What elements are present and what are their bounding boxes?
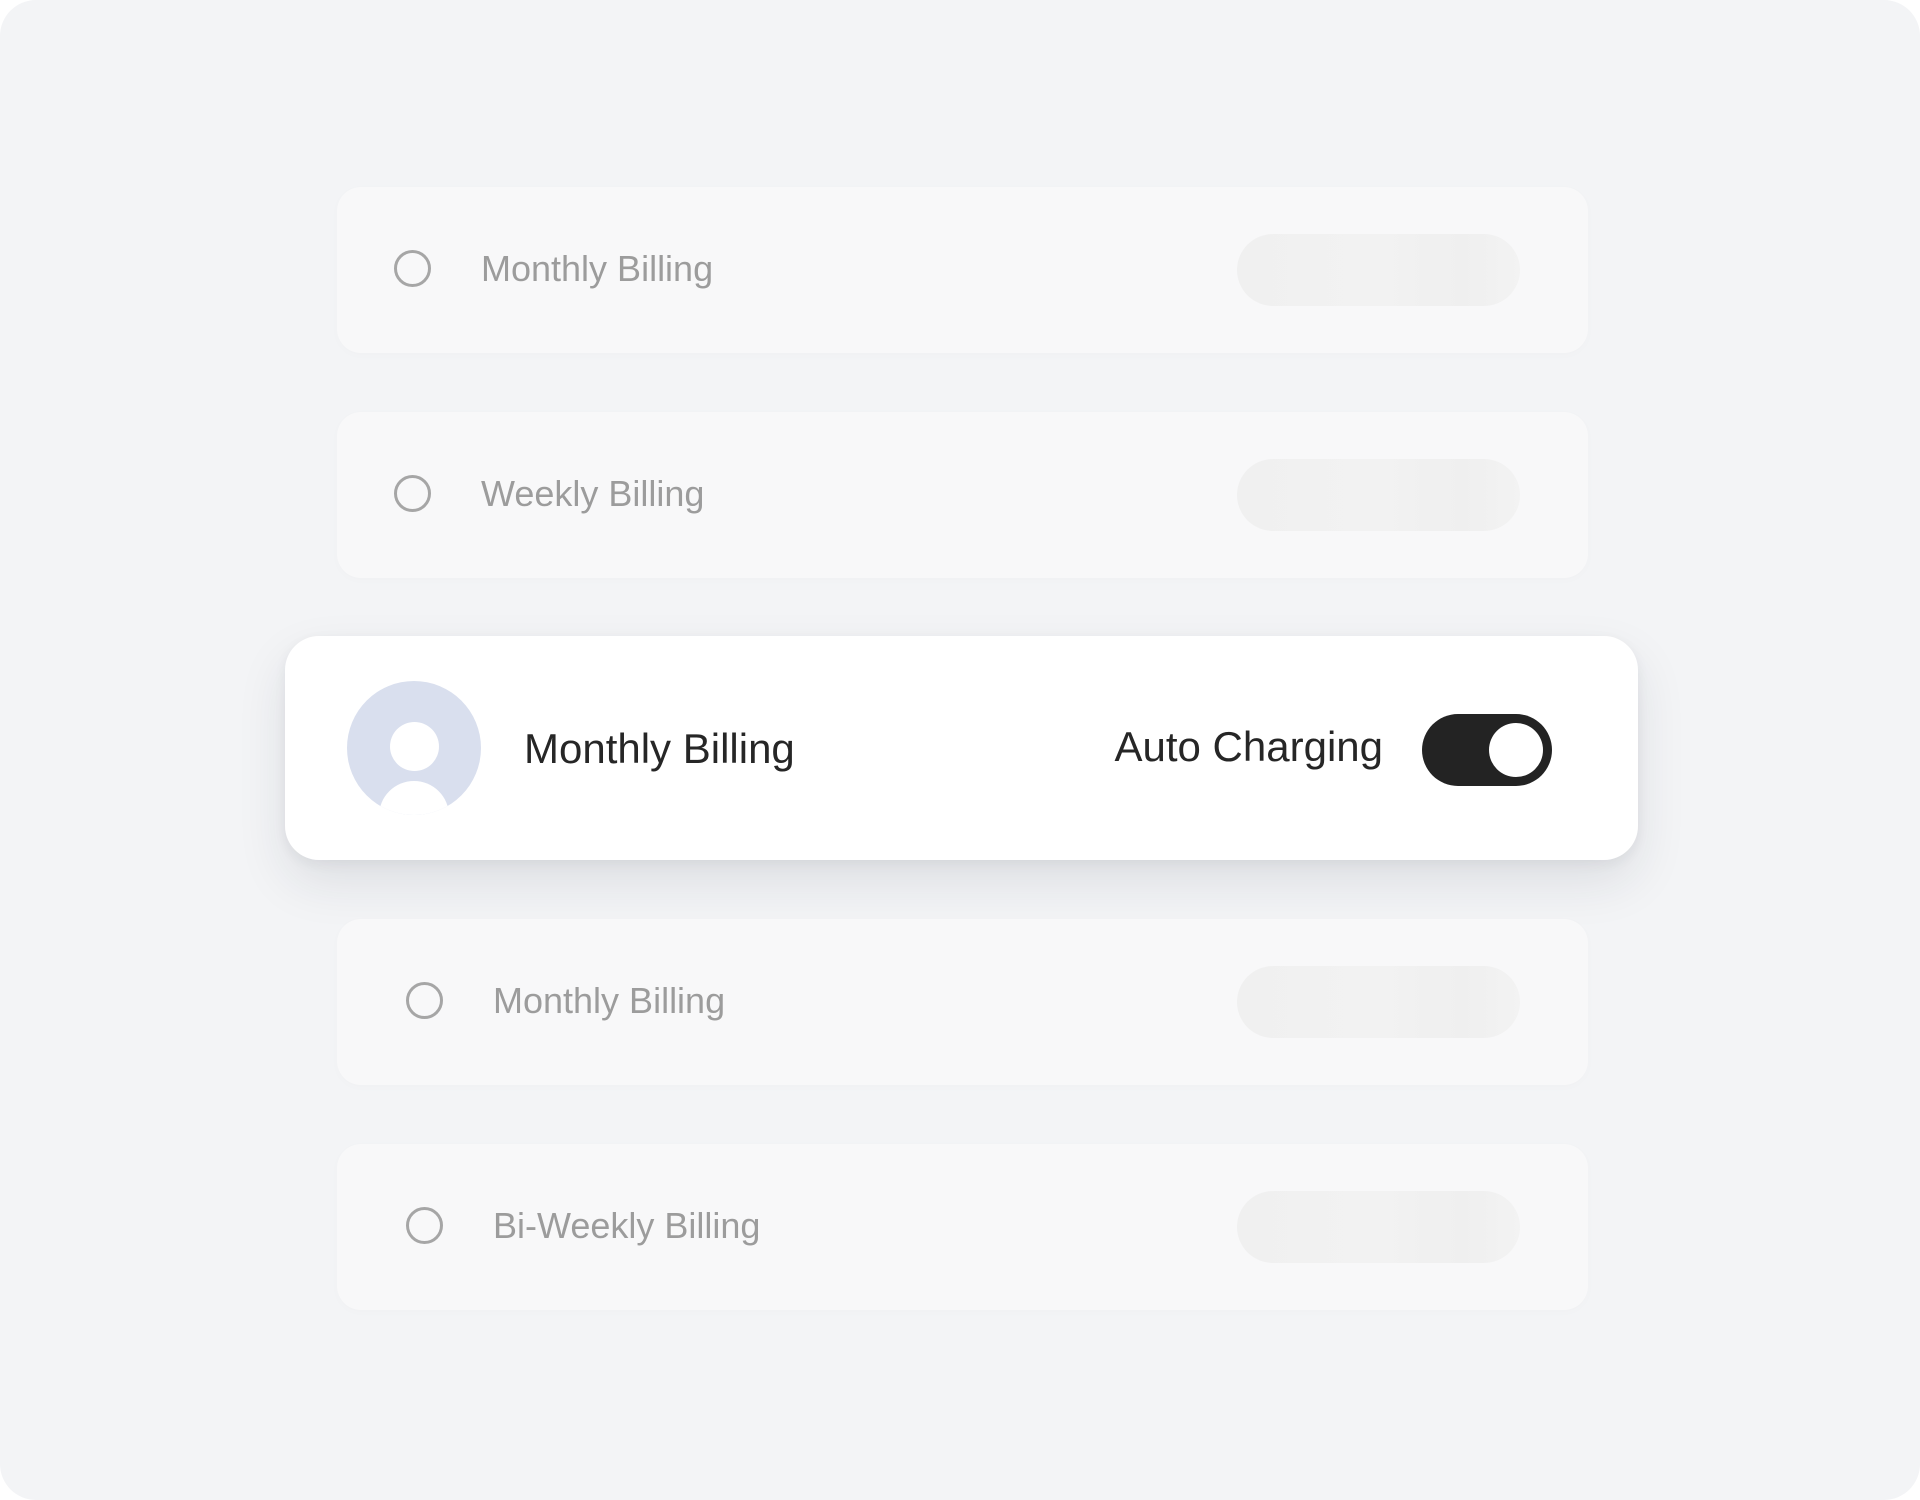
radio-button[interactable] [394,475,431,512]
billing-options-panel: Monthly Billing Weekly Billing Monthly B… [0,0,1920,1500]
radio-button[interactable] [394,250,431,287]
option-label: Bi-Weekly Billing [493,1205,761,1246]
selected-billing-card[interactable]: Monthly Billing Auto Charging [285,636,1638,860]
option-label: Monthly Billing [481,248,714,289]
placeholder-pill [1237,459,1520,531]
billing-option-monthly-2[interactable]: Monthly Billing [337,919,1588,1085]
option-label: Weekly Billing [481,473,705,514]
placeholder-pill [1237,234,1520,306]
avatar-body [379,781,449,815]
placeholder-pill [1237,1191,1520,1263]
radio-button[interactable] [406,1207,443,1244]
billing-option-monthly[interactable]: Monthly Billing [337,187,1588,353]
billing-option-weekly[interactable]: Weekly Billing [337,412,1588,578]
toggle-knob [1489,723,1543,777]
selected-billing-label: Monthly Billing [524,725,795,772]
user-avatar-icon [347,681,481,815]
placeholder-pill [1237,966,1520,1038]
option-label: Monthly Billing [493,980,726,1021]
radio-button[interactable] [406,982,443,1019]
auto-charging-label: Auto Charging [1114,723,1383,770]
billing-option-bi-weekly[interactable]: Bi-Weekly Billing [337,1144,1588,1310]
auto-charging-toggle[interactable] [1422,714,1552,786]
avatar-head [390,722,439,771]
